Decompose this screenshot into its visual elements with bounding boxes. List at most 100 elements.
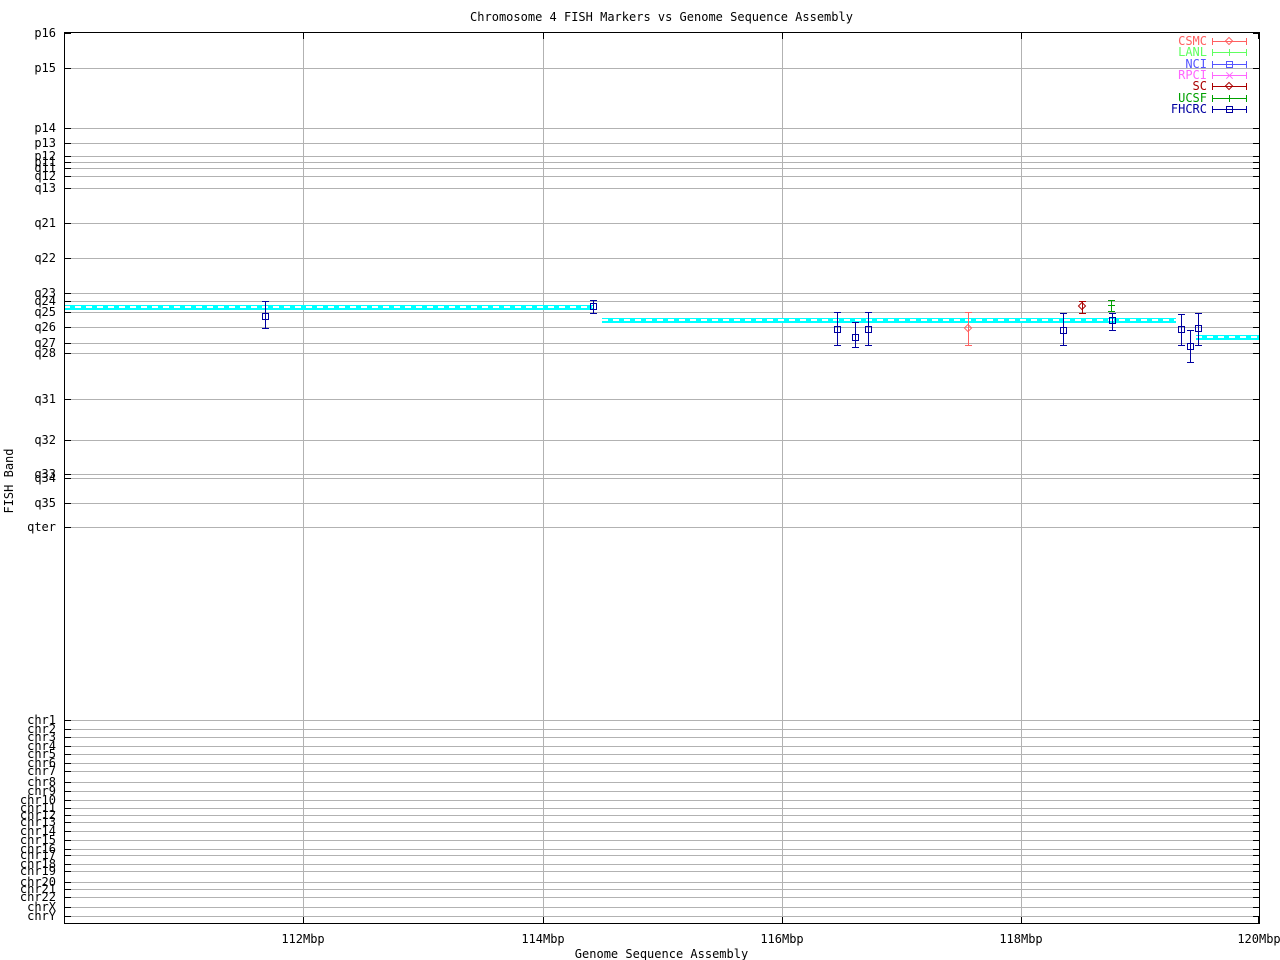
error-bar-cap-top — [1178, 314, 1185, 315]
y-axis-tick-mirror — [1253, 343, 1259, 344]
y-axis-tick — [65, 223, 71, 224]
y-axis-tick — [65, 864, 71, 865]
x-tick-label: 114Mbp — [521, 932, 565, 946]
y-axis-tick-mirror — [1253, 327, 1259, 328]
x-axis-tick — [1258, 917, 1259, 923]
y-axis-tick — [65, 327, 71, 328]
y-axis-tick-mirror — [1253, 353, 1259, 354]
y-axis-tick-mirror — [1253, 474, 1259, 475]
error-bar-cap-top — [852, 322, 859, 323]
marker-square — [1187, 343, 1194, 350]
marker-square — [590, 303, 597, 310]
y-axis-tick — [65, 897, 71, 898]
marker-square — [852, 334, 859, 341]
chart-title: Chromosome 4 FISH Markers vs Genome Sequ… — [470, 10, 853, 24]
x-axis-tick-mirror — [543, 33, 544, 39]
y-axis-tick-mirror — [1253, 882, 1259, 883]
y-axis-tick-mirror — [1253, 815, 1259, 816]
y-axis-tick — [65, 162, 71, 163]
marker-square — [1226, 61, 1233, 68]
y-tick-label: chrY — [27, 909, 56, 923]
legend-sample-cap-left — [1212, 95, 1213, 102]
x-tick-label: 120Mbp — [1237, 932, 1280, 946]
y-axis-tick — [65, 871, 71, 872]
x-axis-tick — [543, 917, 544, 923]
y-axis-tick-mirror — [1253, 849, 1259, 850]
error-bar-cap-top — [1060, 313, 1067, 314]
y-axis-tick-mirror — [1253, 864, 1259, 865]
y-axis-tick — [65, 882, 71, 883]
y-axis-tick-mirror — [1253, 855, 1259, 856]
x-axis-tick — [782, 917, 783, 923]
y-axis-tick — [65, 815, 71, 816]
error-bar-cap-top — [1108, 300, 1115, 301]
legend-label: FHCRC — [1170, 102, 1207, 116]
y-axis-tick — [65, 771, 71, 772]
plot-border — [64, 32, 1260, 924]
y-axis-tick — [65, 763, 71, 764]
y-axis-tick-mirror — [1253, 478, 1259, 479]
marker-square — [865, 326, 872, 333]
marker-square — [1178, 326, 1185, 333]
marker-plus-v — [1111, 302, 1112, 309]
legend-sample-cap-right — [1246, 72, 1247, 79]
y-tick-label: p13 — [34, 136, 56, 150]
error-bar-cap-top — [865, 312, 872, 313]
y-axis-tick-mirror — [1253, 871, 1259, 872]
x-tick-label: 112Mbp — [281, 932, 325, 946]
marker-square — [1195, 325, 1202, 332]
y-axis-tick — [65, 168, 71, 169]
y-axis-tick — [65, 176, 71, 177]
x-axis-tick-mirror — [1021, 33, 1022, 39]
y-axis-tick-mirror — [1253, 791, 1259, 792]
y-axis-tick-mirror — [1253, 168, 1259, 169]
y-axis-tick-mirror — [1253, 889, 1259, 890]
y-tick-label: q32 — [34, 433, 56, 447]
marker-square — [1060, 327, 1067, 334]
y-axis-tick — [65, 737, 71, 738]
y-axis-tick — [65, 791, 71, 792]
y-axis-tick — [65, 312, 71, 313]
error-bar-cap-bottom — [852, 347, 859, 348]
y-tick-label: qter — [27, 520, 56, 534]
y-axis-tick-mirror — [1253, 897, 1259, 898]
error-bar-cap-bottom — [1109, 330, 1116, 331]
error-bar-cap-bottom — [1060, 345, 1067, 346]
marker-square — [1226, 106, 1233, 113]
y-axis-tick-mirror — [1253, 312, 1259, 313]
y-axis-tick — [65, 729, 71, 730]
y-axis-tick — [65, 840, 71, 841]
y-axis-tick — [65, 746, 71, 747]
y-axis-tick-mirror — [1253, 128, 1259, 129]
x-axis-label: Genome Sequence Assembly — [574, 947, 749, 960]
y-axis-tick-mirror — [1253, 440, 1259, 441]
y-tick-label: q13 — [34, 181, 56, 195]
marker-plus-v — [1229, 49, 1230, 56]
y-axis-tick-mirror — [1253, 162, 1259, 163]
legend-sample-cap-right — [1246, 83, 1247, 90]
y-tick-label: q35 — [34, 496, 56, 510]
y-axis-tick — [65, 128, 71, 129]
y-tick-label: p16 — [34, 26, 56, 40]
y-axis-tick — [65, 343, 71, 344]
x-tick-label: 118Mbp — [999, 932, 1043, 946]
legend-sample-cap-right — [1246, 49, 1247, 56]
y-axis-tick — [65, 822, 71, 823]
error-bar-cap-bottom — [262, 328, 269, 329]
y-axis-tick-mirror — [1253, 800, 1259, 801]
y-tick-label: q22 — [34, 251, 56, 265]
x-axis-tick-mirror — [782, 33, 783, 39]
y-tick-label: q34 — [34, 471, 56, 485]
error-bar-cap-top — [965, 312, 972, 313]
legend-sample-cap-left — [1212, 61, 1213, 68]
y-axis-tick — [65, 754, 71, 755]
error-bar-cap-top — [590, 300, 597, 301]
y-axis-tick-mirror — [1253, 143, 1259, 144]
y-tick-label: q25 — [34, 305, 56, 319]
y-axis-tick — [65, 808, 71, 809]
error-bar-cap-top — [1195, 313, 1202, 314]
y-axis-tick-mirror — [1253, 188, 1259, 189]
y-axis-tick-mirror — [1253, 258, 1259, 259]
x-tick-label: 116Mbp — [760, 932, 804, 946]
y-axis-tick-mirror — [1253, 754, 1259, 755]
